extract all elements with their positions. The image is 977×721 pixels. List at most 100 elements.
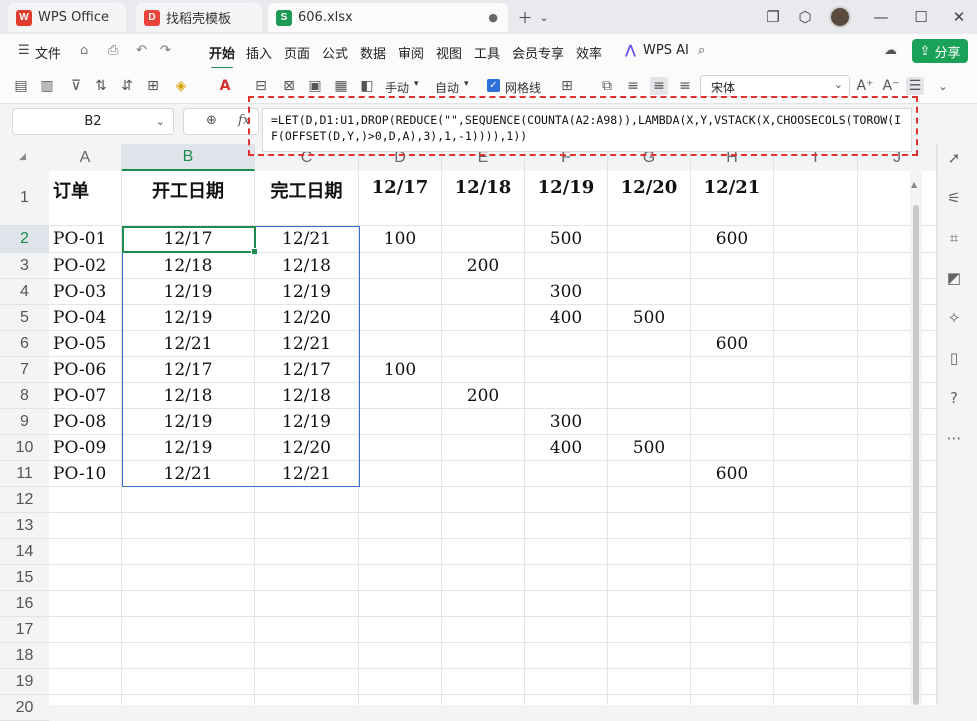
cell[interactable]	[442, 305, 525, 331]
cell[interactable]	[858, 487, 937, 513]
cell[interactable]: PO-02	[49, 253, 122, 279]
window-restore-icon[interactable]: ❐	[764, 8, 782, 26]
cell[interactable]	[49, 513, 122, 539]
cell[interactable]: 12/17	[122, 357, 255, 383]
cell[interactable]	[49, 487, 122, 513]
cell[interactable]: 400	[525, 305, 608, 331]
cell[interactable]	[858, 617, 937, 643]
cell[interactable]	[774, 226, 858, 253]
menu-formula[interactable]: 公式	[322, 43, 348, 62]
cell[interactable]: 12/18	[122, 253, 255, 279]
cell[interactable]	[608, 669, 691, 695]
cell[interactable]	[49, 565, 122, 591]
cell[interactable]: 600	[691, 461, 774, 487]
cell[interactable]	[359, 591, 442, 617]
cell[interactable]: 12/20	[255, 435, 359, 461]
row-header-17[interactable]: 17	[0, 617, 49, 643]
cell[interactable]: PO-03	[49, 279, 122, 305]
cell[interactable]	[525, 539, 608, 565]
cell[interactable]	[359, 487, 442, 513]
cell[interactable]	[255, 669, 359, 695]
cell[interactable]	[255, 591, 359, 617]
cell[interactable]	[774, 487, 858, 513]
adjust-sliders-icon[interactable]: ⚟	[944, 188, 964, 208]
cell[interactable]	[442, 435, 525, 461]
header-cell[interactable]: 12/17	[359, 171, 442, 226]
cell[interactable]: 12/20	[255, 305, 359, 331]
cell[interactable]	[691, 435, 774, 461]
cell[interactable]	[525, 617, 608, 643]
cell[interactable]	[122, 513, 255, 539]
cell[interactable]	[122, 695, 255, 705]
cell[interactable]: 300	[525, 279, 608, 305]
cell[interactable]	[255, 643, 359, 669]
cell[interactable]: 12/19	[122, 279, 255, 305]
cell[interactable]	[525, 383, 608, 409]
cell[interactable]	[774, 305, 858, 331]
menu-home[interactable]: 开始	[209, 43, 235, 69]
tab-list-chevron-icon[interactable]: ⌄	[535, 8, 553, 26]
tab-docer[interactable]: D 找稻壳模板	[136, 3, 262, 32]
cell[interactable]	[442, 279, 525, 305]
cell[interactable]	[359, 669, 442, 695]
cell[interactable]	[122, 669, 255, 695]
cell[interactable]	[691, 357, 774, 383]
cell[interactable]	[691, 617, 774, 643]
cell[interactable]	[774, 435, 858, 461]
cell[interactable]	[691, 487, 774, 513]
cell[interactable]	[608, 539, 691, 565]
cell[interactable]	[858, 565, 937, 591]
cell[interactable]	[49, 695, 122, 705]
header-cell[interactable]	[774, 171, 858, 226]
font-color-icon[interactable]: A	[216, 77, 234, 95]
cell[interactable]	[774, 253, 858, 279]
font-decrease-icon[interactable]: A⁻	[882, 77, 900, 95]
cell[interactable]	[255, 565, 359, 591]
cell[interactable]	[774, 539, 858, 565]
cell[interactable]	[608, 383, 691, 409]
cell[interactable]	[691, 383, 774, 409]
cell[interactable]	[858, 669, 937, 695]
cell[interactable]	[774, 513, 858, 539]
cell[interactable]	[608, 226, 691, 253]
sort-ascending-icon[interactable]: ⇅	[92, 77, 110, 95]
row-header-16[interactable]: 16	[0, 591, 49, 617]
row-header-10[interactable]: 10	[0, 435, 49, 461]
wrap-dropdown-icon[interactable]: ▾	[414, 79, 419, 89]
hamburger-icon[interactable]: ☰	[18, 43, 30, 58]
header-cell[interactable]: 12/20	[608, 171, 691, 226]
cell[interactable]	[122, 539, 255, 565]
cell[interactable]	[525, 461, 608, 487]
cell[interactable]	[858, 539, 937, 565]
cell[interactable]	[442, 591, 525, 617]
cell[interactable]: 12/18	[255, 253, 359, 279]
cell[interactable]	[359, 279, 442, 305]
cell[interactable]: 12/17	[255, 357, 359, 383]
cell[interactable]	[858, 695, 937, 705]
cell[interactable]: 600	[691, 331, 774, 357]
cell[interactable]	[255, 513, 359, 539]
cell[interactable]	[608, 409, 691, 435]
gridlines-checkbox[interactable]: ✓	[487, 79, 500, 92]
cell[interactable]: 300	[525, 409, 608, 435]
menu-efficiency[interactable]: 效率	[576, 43, 602, 62]
cell[interactable]	[49, 669, 122, 695]
cell[interactable]: PO-06	[49, 357, 122, 383]
cell[interactable]: 12/19	[122, 305, 255, 331]
cell[interactable]	[525, 669, 608, 695]
layout-grid-icon[interactable]: ⊞	[558, 77, 576, 95]
cell[interactable]	[359, 305, 442, 331]
cell[interactable]	[774, 669, 858, 695]
cell[interactable]	[122, 565, 255, 591]
save-icon[interactable]: ⌂	[80, 43, 88, 58]
cell[interactable]	[525, 487, 608, 513]
cell[interactable]: 500	[525, 226, 608, 253]
cell[interactable]	[359, 695, 442, 705]
cell[interactable]	[691, 279, 774, 305]
cell[interactable]	[608, 513, 691, 539]
cell[interactable]	[858, 461, 937, 487]
scroll-up-icon[interactable]: ▲	[911, 180, 917, 189]
row-col-icon[interactable]: ⧉	[598, 77, 616, 95]
cell[interactable]	[691, 305, 774, 331]
cell[interactable]	[122, 487, 255, 513]
